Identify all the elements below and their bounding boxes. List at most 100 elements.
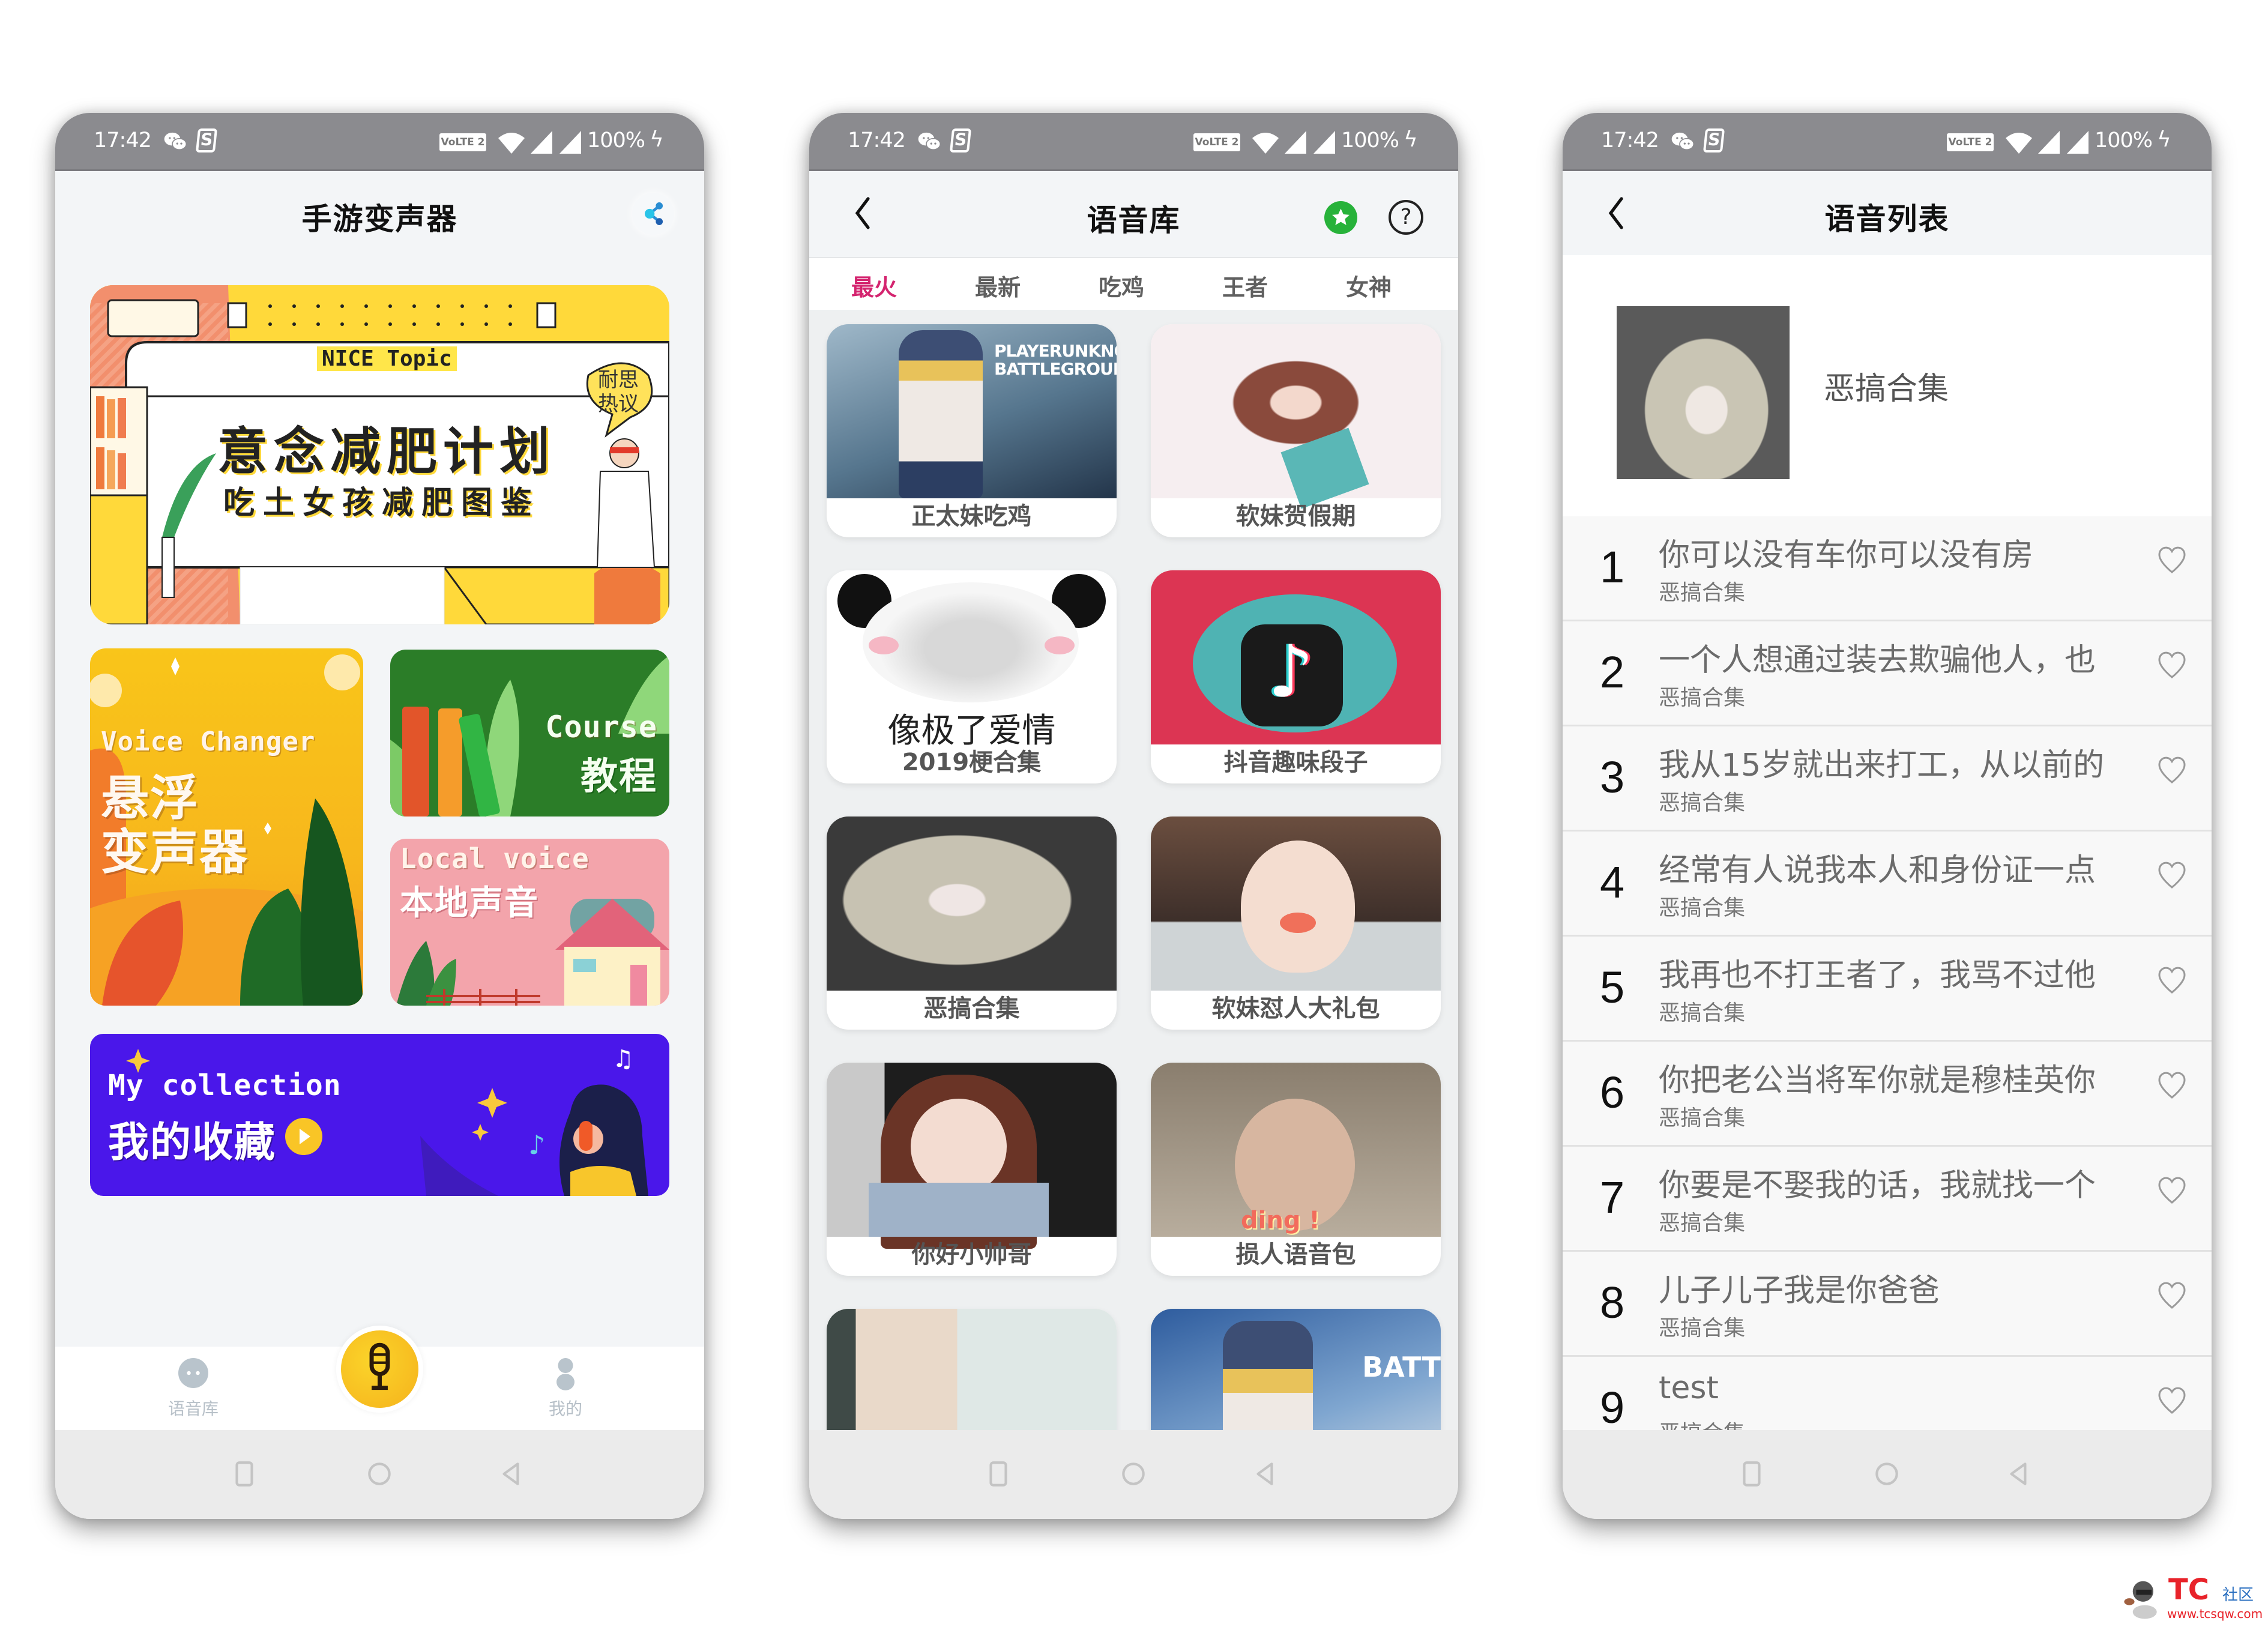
tab-mine[interactable]: 我的: [505, 1347, 626, 1430]
item-album: 恶搞合集: [1659, 1211, 1746, 1236]
phone-home-screen: 17:42 S VoLTE 2 100% ϟ 手游变声器 NICE Topic …: [55, 113, 704, 1519]
volte-icon: VoLTE 2: [1947, 133, 1994, 151]
image-title-text: PLAYERUNKNOWN'S BATTLEGROUNDS: [994, 341, 1117, 379]
chat-bubble-icon: [178, 1358, 208, 1388]
voice-list-item[interactable]: 5 我再也不打王者了，我骂不过他 恶搞合集: [1563, 937, 2212, 1042]
record-button[interactable]: [336, 1326, 423, 1413]
voice-pack-image: [827, 816, 1117, 991]
voice-pack-caption: 2019梗合集: [902, 749, 1042, 776]
wifi-icon: [497, 131, 526, 155]
voice-pack-card[interactable]: 软妹贺假期: [1151, 324, 1441, 537]
item-title: 一个人想通过装去欺骗他人，也: [1659, 642, 2096, 678]
item-title: test: [1659, 1370, 1719, 1406]
course-card[interactable]: Course 教程: [390, 650, 669, 816]
tab-mine-label: 我的: [548, 1399, 582, 1419]
mascot-icon: [2124, 1581, 2157, 1619]
microphone-icon: [369, 1342, 390, 1390]
tab-honor-of-kings[interactable]: 王者: [1197, 269, 1293, 302]
nav-back-icon[interactable]: [1250, 1459, 1280, 1489]
tab-pubg[interactable]: 吃鸡: [1073, 269, 1169, 302]
item-album: 恶搞合集: [1659, 1316, 1746, 1341]
item-number: 8: [1600, 1278, 1625, 1327]
wechat-icon: [917, 131, 941, 151]
tab-hottest[interactable]: 最火: [826, 269, 922, 302]
voice-pack-card[interactable]: 像极了爱情 2019梗合集: [827, 570, 1117, 783]
voice-pack-image: [1151, 324, 1441, 509]
voice-list-item[interactable]: 3 我从15岁就出来打工，从以前的 恶搞合集: [1563, 726, 2212, 832]
local-voice-card[interactable]: Local voice 本地声音: [390, 839, 669, 1006]
favorites-button[interactable]: [1324, 201, 1357, 234]
battery-percent: 100%: [587, 128, 645, 152]
heart-icon[interactable]: [2155, 648, 2189, 681]
image-title-text: ding !: [1241, 1207, 1320, 1234]
signal-icon: [1285, 131, 1306, 154]
heart-icon[interactable]: [2155, 1173, 2189, 1207]
tab-goddess[interactable]: 女神: [1321, 269, 1417, 302]
heart-icon[interactable]: [2155, 963, 2189, 997]
status-bar: 17:42 S VoLTE 2 100% ϟ: [55, 113, 704, 171]
heart-icon[interactable]: [2155, 858, 2189, 892]
heart-icon[interactable]: [2155, 1068, 2189, 1102]
local-voice-cn: 本地声音: [400, 884, 539, 923]
heart-icon[interactable]: [2155, 1278, 2189, 1312]
signal-icon: [531, 131, 552, 154]
voice-changer-en: Voice Changer: [101, 726, 316, 757]
voice-pack-card[interactable]: ♪ 抖音趣味段子: [1151, 570, 1441, 783]
recent-apps-icon[interactable]: [229, 1459, 259, 1489]
heart-icon[interactable]: [2155, 543, 2189, 576]
share-button[interactable]: [632, 193, 674, 235]
album-cover: [1617, 306, 1790, 479]
wechat-icon: [1671, 131, 1695, 151]
banner-subline: 吃土女孩减肥图鉴: [223, 485, 541, 521]
voice-list-item[interactable]: 1 你可以没有车你可以没有房 恶搞合集: [1563, 516, 2212, 621]
voice-pack-caption: 软妹贺假期: [1235, 503, 1356, 530]
voice-pack-card[interactable]: 你好小帅哥: [827, 1063, 1117, 1276]
help-icon[interactable]: ?: [1389, 200, 1423, 235]
tab-newest[interactable]: 最新: [950, 269, 1046, 302]
my-collection-card[interactable]: ♪ ♫ My collection 我的收藏: [90, 1034, 669, 1196]
voice-list-item[interactable]: 2 一个人想通过装去欺骗他人，也 恶搞合集: [1563, 621, 2212, 726]
course-en: Course: [545, 710, 657, 744]
recent-apps-icon[interactable]: [1737, 1459, 1767, 1489]
topic-banner[interactable]: NICE Topic 意念减肥计划 吃土女孩减肥图鉴 耐思 热议: [90, 285, 669, 624]
home-icon[interactable]: [1872, 1459, 1902, 1489]
voice-pack-card[interactable]: 恶搞合集: [827, 816, 1117, 1030]
voice-list-item[interactable]: 7 你要是不娶我的话，我就找一个 恶搞合集: [1563, 1147, 2212, 1252]
volte-icon: VoLTE 2: [439, 133, 486, 151]
phone-voice-library: 17:42 S VoLTE 2 100% ϟ 语音库 ? 最火 最新 吃鸡 王者…: [809, 113, 1458, 1519]
heart-icon[interactable]: [2155, 1383, 2189, 1417]
voice-list-item[interactable]: 6 你把老公当将军你就是穆桂英你 恶搞合集: [1563, 1042, 2212, 1147]
voice-pack-card[interactable]: 软妹怼人大礼包: [1151, 816, 1441, 1030]
status-time: 17:42: [848, 128, 906, 152]
banner-headline: 意念减肥计划: [217, 422, 556, 481]
recent-apps-icon[interactable]: [983, 1459, 1013, 1489]
app-header: 语音库 ?: [809, 171, 1458, 255]
battery-percent: 100%: [2095, 128, 2153, 152]
item-title: 你要是不娶我的话，我就找一个: [1659, 1168, 2096, 1204]
nav-back-icon[interactable]: [496, 1459, 526, 1489]
home-icon[interactable]: [364, 1459, 394, 1489]
voice-list-item[interactable]: 4 经常有人说我本人和身份证一点 恶搞合集: [1563, 832, 2212, 937]
voice-pack-card[interactable]: [827, 1309, 1117, 1430]
voice-changer-card[interactable]: Voice Changer 悬浮 变声器: [90, 648, 363, 1006]
tab-voice-library[interactable]: 语音库: [133, 1347, 253, 1430]
voice-pack-image: ding !: [1151, 1063, 1441, 1237]
tab-voice-library-label: 语音库: [167, 1399, 219, 1419]
play-icon[interactable]: [285, 1118, 322, 1155]
user-icon: [556, 1358, 575, 1390]
voice-pack-grid: PLAYERUNKNOWN'S BATTLEGROUNDS 正太妹吃鸡 软妹贺假…: [809, 310, 1458, 1430]
voice-pack-card[interactable]: BATT: [1151, 1309, 1441, 1430]
page-title: 语音列表: [1824, 202, 1950, 237]
voice-list-item[interactable]: 9 test 恶搞合集: [1563, 1357, 2212, 1430]
voice-pack-caption: 软妹怼人大礼包: [1211, 995, 1380, 1022]
item-album: 恶搞合集: [1659, 686, 1746, 710]
voice-pack-card[interactable]: ding ! 损人语音包: [1151, 1063, 1441, 1276]
voice-pack-image: [827, 570, 1117, 705]
nav-back-icon[interactable]: [2004, 1459, 2034, 1489]
voice-list-item[interactable]: 8 儿子儿子我是你爸爸 恶搞合集: [1563, 1252, 2212, 1357]
heart-icon[interactable]: [2155, 753, 2189, 786]
home-icon[interactable]: [1118, 1459, 1148, 1489]
collection-en: My collection: [108, 1069, 342, 1102]
voice-pack-card[interactable]: PLAYERUNKNOWN'S BATTLEGROUNDS 正太妹吃鸡: [827, 324, 1117, 537]
tiktok-icon: ♪: [1268, 630, 1314, 714]
